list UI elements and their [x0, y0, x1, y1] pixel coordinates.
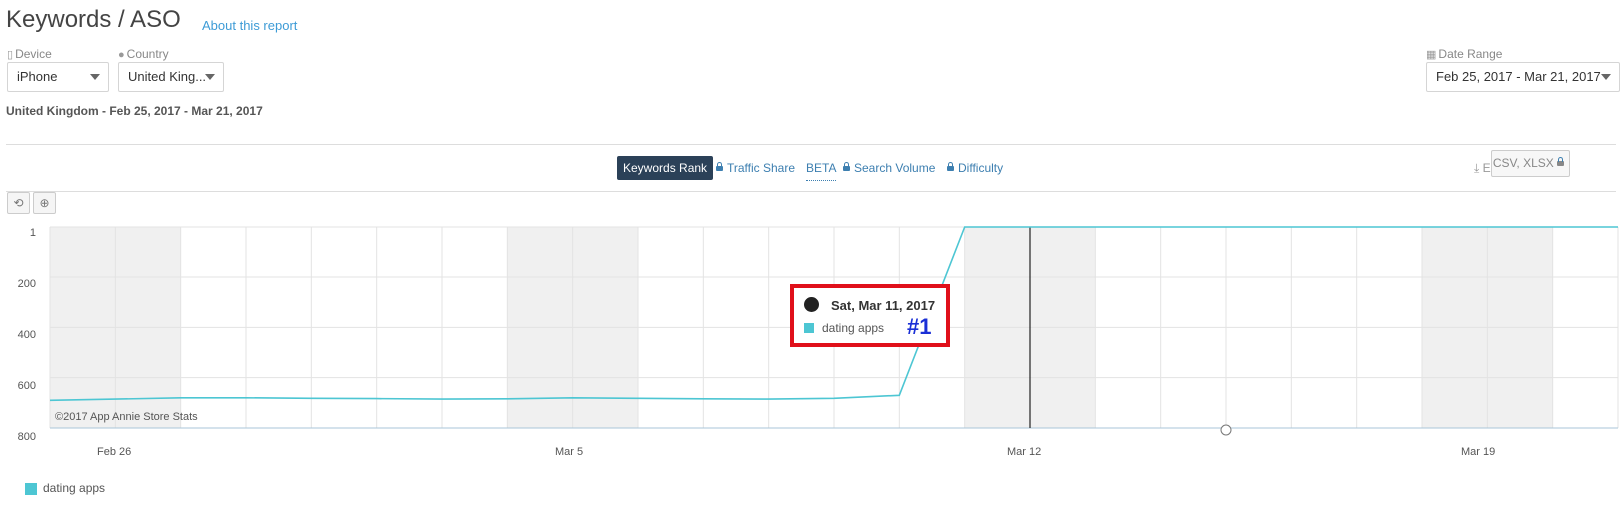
tooltip-series-name: dating apps: [822, 321, 885, 335]
date-range-select[interactable]: Feb 25, 2017 - Mar 21, 2017: [1426, 62, 1620, 92]
date-range-label: ▦ Date Range: [1426, 47, 1503, 61]
page-title: Keywords / ASO: [6, 6, 181, 33]
country-value: United King...: [128, 69, 207, 84]
beta-badge: BETA: [806, 156, 837, 181]
x-tick-label: Mar 5: [555, 446, 584, 458]
x-tick-label: Mar 19: [1461, 446, 1496, 458]
tab-difficulty[interactable]: Difficulty: [947, 156, 1003, 180]
date-range-value: Feb 25, 2017 - Mar 21, 2017: [1436, 69, 1601, 84]
chart-credits: ©2017 App Annie Store Stats: [55, 411, 198, 423]
legend-swatch[interactable]: [25, 483, 37, 495]
chevron-down-icon: [205, 74, 215, 80]
report-subtitle: United Kingdom - Feb 25, 2017 - Mar 21, …: [6, 104, 263, 118]
x-tick-label: Feb 26: [97, 446, 132, 458]
country-label: ● Country: [118, 47, 169, 61]
device-value: iPhone: [17, 69, 58, 84]
series-swatch: [804, 323, 814, 333]
zoom-in-icon: ⊕: [39, 196, 50, 210]
chart-tooltip: Sat, Mar 11, 2017 dating apps #1: [790, 284, 950, 347]
tab-keywords-rank[interactable]: Keywords Rank: [617, 156, 714, 180]
download-icon: ⤓: [1474, 161, 1480, 175]
divider: [6, 191, 1616, 192]
lock-icon: [1557, 157, 1565, 166]
globe-icon: ●: [118, 49, 125, 61]
y-tick-label: 200: [17, 278, 36, 290]
tab-traffic-share[interactable]: Traffic Share: [716, 156, 795, 180]
device-label: ▯ Device: [7, 47, 52, 61]
divider: [6, 144, 1616, 145]
tooltip-date: Sat, Mar 11, 2017: [831, 298, 936, 313]
tooltip-rank-annotation: #1: [907, 314, 932, 339]
zoom-handle[interactable]: [1220, 424, 1232, 436]
country-select[interactable]: United King...: [118, 62, 224, 92]
y-tick-label: 800: [17, 431, 36, 443]
lock-icon: [947, 162, 954, 171]
zoom-button[interactable]: ⊕: [33, 192, 56, 214]
about-report-link[interactable]: About this report: [202, 18, 297, 33]
y-tick-label: 1: [29, 227, 36, 239]
device-select[interactable]: iPhone: [7, 62, 109, 92]
globe-icon: [804, 297, 819, 312]
tab-search-volume[interactable]: Search Volume: [843, 156, 935, 180]
lock-icon: [716, 162, 723, 171]
export-format-button[interactable]: CSV, XLSX: [1491, 150, 1570, 177]
chevron-down-icon: [90, 74, 100, 80]
y-tick-label: 400: [17, 329, 36, 341]
reset-zoom-button[interactable]: ⟲: [7, 192, 30, 214]
legend-item-dating-apps[interactable]: dating apps: [43, 481, 105, 495]
device-icon: ▯: [7, 49, 14, 61]
y-tick-label: 600: [17, 380, 36, 392]
chevron-down-icon: [1601, 74, 1611, 80]
x-tick-label: Mar 12: [1007, 446, 1042, 458]
calendar-icon: ▦: [1426, 49, 1437, 61]
lock-icon: [843, 162, 850, 171]
undo-icon: ⟲: [13, 196, 24, 210]
